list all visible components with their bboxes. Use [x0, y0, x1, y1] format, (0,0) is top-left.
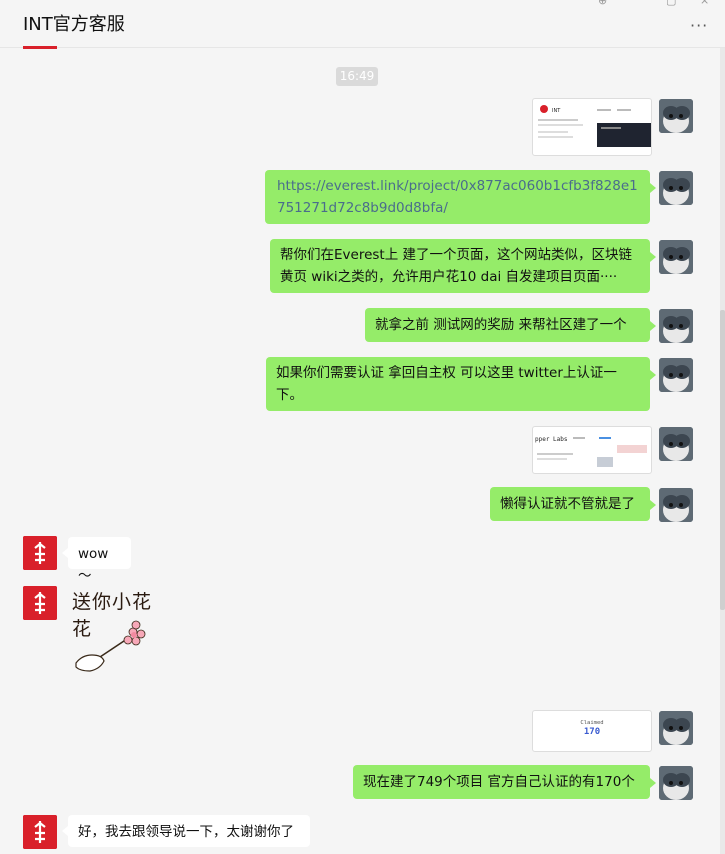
cat-avatar-icon: [659, 766, 693, 800]
twitter-thumb-title: pper Labs: [535, 436, 568, 443]
my-avatar[interactable]: [659, 171, 693, 205]
claimed-count-thumbnail: Claimed 170: [580, 720, 603, 737]
message-bubble[interactable]: 好，我去跟领导说一下，太谢谢你了: [62, 815, 310, 847]
int-avatar[interactable]: [23, 586, 57, 620]
cat-avatar-icon: [659, 358, 693, 392]
message-link[interactable]: https://everest.link/project/0x877ac060b…: [277, 178, 638, 216]
message-bubble[interactable]: 懒得认证就不管就是了: [490, 487, 656, 521]
cat-avatar-icon: [659, 711, 693, 745]
message-text: 懒得认证就不管就是了: [500, 496, 635, 512]
cat-avatar-icon: [659, 99, 693, 133]
claimed-value: 170: [584, 727, 600, 737]
cat-avatar-icon: [659, 309, 693, 343]
more-icon[interactable]: ···: [690, 16, 708, 35]
my-avatar[interactable]: [659, 711, 693, 745]
everest-page-thumbnail: INT: [538, 105, 651, 147]
scrollbar-thumb[interactable]: [720, 310, 725, 610]
chat-header: INT官方客服 ··· ⊕ ▢ ×: [0, 0, 725, 48]
message-bubble[interactable]: 现在建了749个项目 官方自己认证的有170个: [353, 765, 656, 799]
my-avatar[interactable]: [659, 240, 693, 274]
image-message-everest[interactable]: INT: [532, 98, 652, 156]
message-bubble[interactable]: 就拿之前 测试网的奖励 来帮社区建了一个: [365, 308, 656, 342]
prev-avatar-edge: [23, 46, 57, 49]
everest-logo-text: INT: [552, 108, 561, 114]
claimed-label: Claimed: [580, 720, 603, 726]
timestamp: 16:49: [336, 67, 378, 86]
my-avatar[interactable]: [659, 99, 693, 133]
pin-icon[interactable]: ⊕: [598, 0, 607, 7]
maximize-icon[interactable]: ▢: [666, 0, 676, 7]
message-text: 如果你们需要认证 拿回自主权 可以这里 twitter上认证一下。: [276, 365, 617, 403]
my-avatar[interactable]: [659, 427, 693, 461]
cat-avatar-icon: [659, 171, 693, 205]
cat-avatar-icon: [659, 488, 693, 522]
sticker-flower[interactable]: 送你小花花: [70, 585, 170, 685]
message-text: 就拿之前 测试网的奖励 来帮社区建了一个: [375, 317, 627, 333]
cat-avatar-icon: [659, 427, 693, 461]
twitter-verification-thumbnail: pper Labs: [535, 436, 647, 467]
message-bubble[interactable]: 如果你们需要认证 拿回自主权 可以这里 twitter上认证一下。: [266, 357, 656, 411]
image-message-claimed[interactable]: Claimed 170: [532, 710, 652, 752]
my-avatar[interactable]: [659, 309, 693, 343]
int-logo-icon: [23, 536, 57, 570]
message-bubble[interactable]: 帮你们在Everest上 建了一个页面，这个网站类似，区块链黄页 wiki之类的…: [270, 239, 656, 293]
message-bubble[interactable]: https://everest.link/project/0x877ac060b…: [265, 170, 656, 224]
my-avatar[interactable]: [659, 358, 693, 392]
int-logo-icon: [23, 586, 57, 620]
my-avatar[interactable]: [659, 488, 693, 522]
flower-hand-icon: [75, 620, 146, 672]
cat-avatar-icon: [659, 240, 693, 274]
message-text: 好，我去跟领导说一下，太谢谢你了: [78, 824, 294, 840]
chat-title: INT官方客服: [23, 14, 125, 35]
close-icon[interactable]: ×: [700, 0, 709, 7]
int-avatar[interactable]: [23, 536, 57, 570]
message-bubble[interactable]: wow～: [62, 537, 131, 584]
message-text: 帮你们在Everest上 建了一个页面，这个网站类似，区块链黄页 wiki之类的…: [280, 247, 633, 285]
image-message-twitter[interactable]: pper Labs: [532, 426, 652, 474]
my-avatar[interactable]: [659, 766, 693, 800]
message-text: 现在建了749个项目 官方自己认证的有170个: [363, 774, 635, 790]
int-avatar[interactable]: [23, 815, 57, 849]
message-text: wow～: [78, 546, 109, 584]
int-logo-icon: [23, 815, 57, 849]
